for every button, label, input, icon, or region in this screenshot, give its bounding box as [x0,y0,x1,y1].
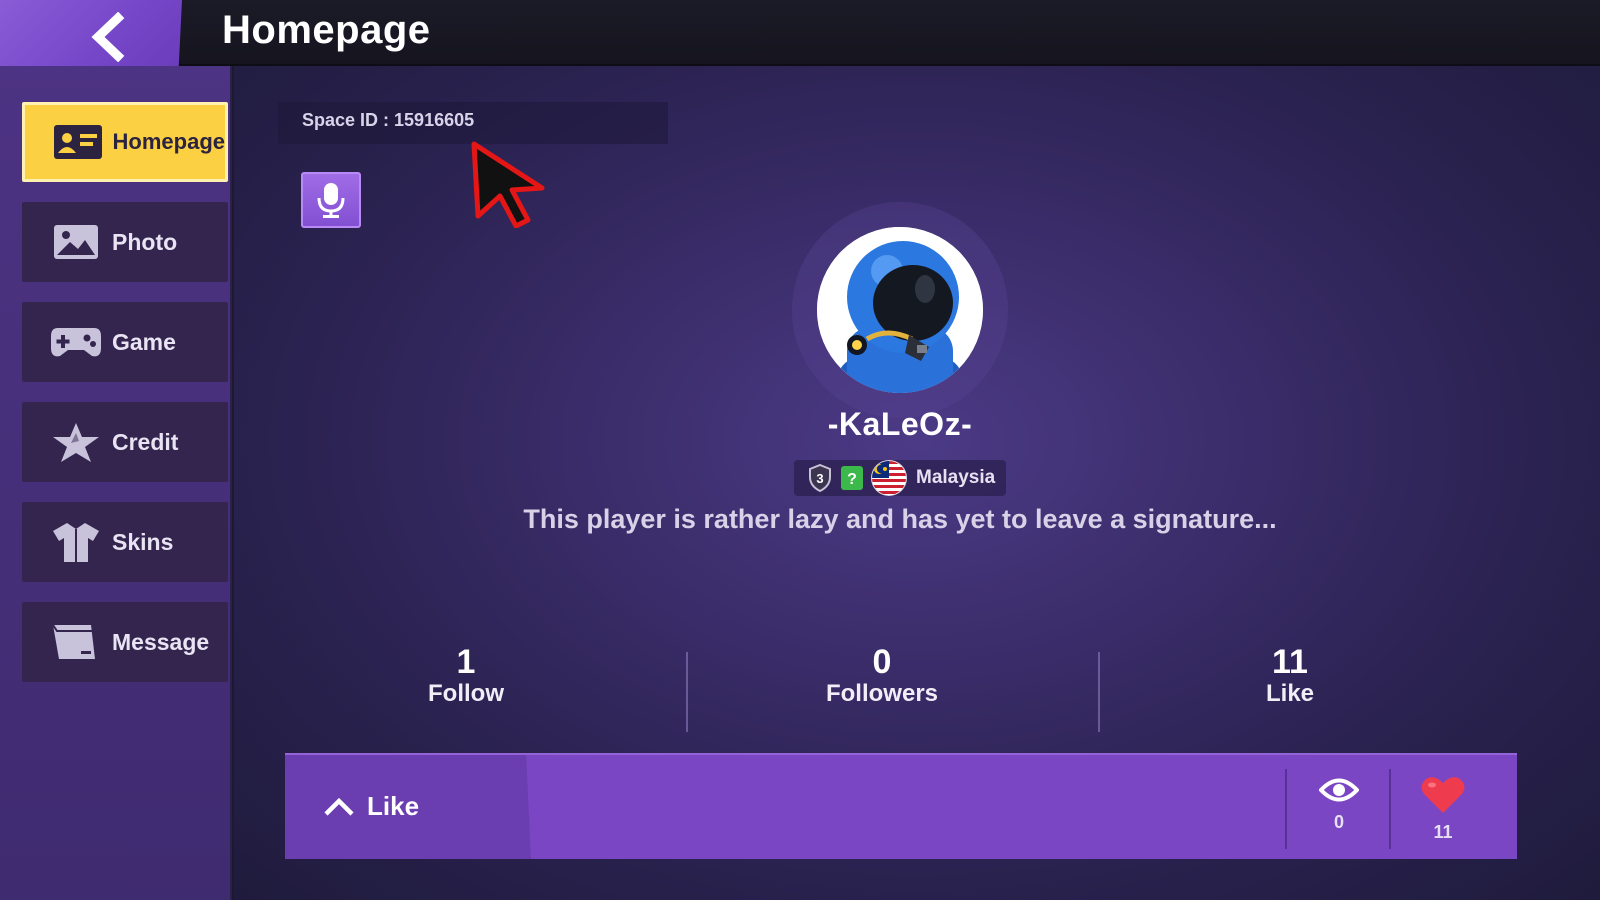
profile-panel: Space ID : 15916605 -KaLeOz- 3 ? Malaysi… [234,66,1600,900]
shirt-icon [48,514,104,570]
malaysia-flag-icon [870,459,908,497]
help-badge-icon[interactable]: ? [840,465,864,491]
sidebar-item-label: Game [112,328,176,355]
back-arrow-icon [91,12,125,62]
page-title: Homepage [222,8,431,52]
microphone-icon [317,183,345,218]
stat-value: 11 [1272,643,1308,681]
stat-value: 0 [872,643,892,681]
country-label: Malaysia [916,467,996,488]
stat-value: 1 [456,643,476,681]
sidebar-item-homepage[interactable]: Homepage [22,102,228,182]
badge-row: 3 ? Malaysia [794,460,1006,496]
likes-count: 11 [1433,822,1453,842]
sidebar-item-label: Message [112,628,210,655]
like-label: Like [367,791,420,821]
help-badge-text: ? [847,471,857,488]
sidebar-item-label: Skins [112,528,174,555]
gamepad-icon [48,314,104,370]
views-counter[interactable]: 0 [1287,775,1391,833]
sidebar-item-label: Homepage [112,129,225,154]
id-card-icon [51,114,105,170]
sidebar-item-label: Credit [112,428,179,455]
signature-text: This player is rather lazy and has yet t… [523,504,1277,534]
level-value: 3 [816,471,823,486]
astronaut-avatar-icon [817,227,983,393]
views-count: 0 [1333,812,1344,832]
username: -KaLeOz- [827,406,973,442]
avatar-frame [792,202,1008,418]
stat-label: Follow [428,680,504,707]
like-expand-button[interactable]: Like [285,755,531,859]
stat-like[interactable]: 11 Like [1190,644,1390,708]
sidebar-item-photo[interactable]: Photo [22,202,228,282]
likes-counter[interactable]: 11 [1391,775,1495,843]
voice-button[interactable] [301,172,361,228]
sidebar-item-game[interactable]: Game [22,302,228,382]
sidebar: Homepage Photo Game Credit Skins Message [0,66,232,900]
message-icon [48,614,104,670]
sidebar-item-skins[interactable]: Skins [22,502,228,582]
stat-divider [686,652,688,732]
stat-followers[interactable]: 0 Followers [782,644,982,708]
app-root: Homepage Homepage Photo Game Credit Skin… [0,0,1600,900]
stat-divider [1098,652,1100,732]
sidebar-item-message[interactable]: Message [22,602,228,682]
back-button[interactable] [0,0,182,74]
mouse-cursor-icon [471,141,545,228]
like-bar: Like 0 11 [285,753,1517,859]
stat-follow[interactable]: 1 Follow [366,644,566,708]
star-icon [48,414,104,470]
stat-label: Like [1265,680,1315,707]
chevron-up-icon [324,797,354,816]
stat-label: Followers [825,680,939,707]
sidebar-item-label: Photo [112,228,178,255]
sidebar-item-credit[interactable]: Credit [22,402,228,482]
eye-icon [1318,778,1360,802]
photo-icon [48,214,104,270]
avatar[interactable] [817,227,983,393]
level-shield-icon: 3 [808,464,832,492]
heart-icon [1421,777,1465,813]
